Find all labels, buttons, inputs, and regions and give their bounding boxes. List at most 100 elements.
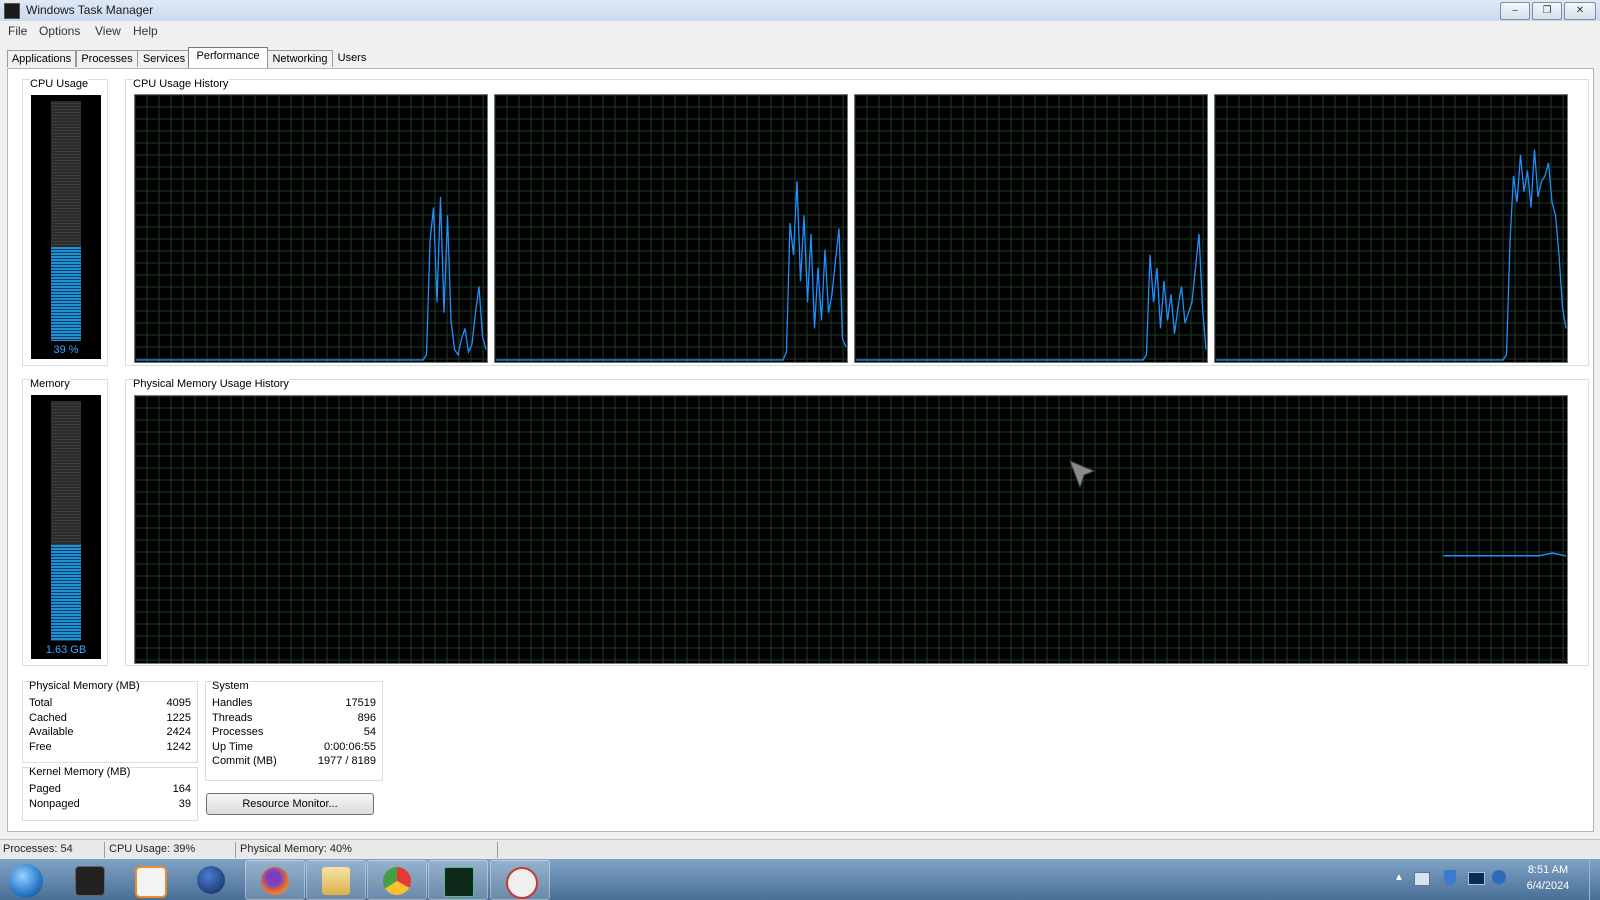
stat-value: 164 [172,783,191,795]
cpu-core-3-chart [855,95,1207,362]
shield-icon[interactable] [1444,870,1456,885]
minimize-button[interactable]: – [1500,2,1530,20]
system-label: System [212,680,249,692]
show-hidden-icons-icon[interactable]: ▲ [1394,872,1404,883]
cpu-core-1-chart [135,95,487,362]
memory-label: Memory [30,378,70,390]
menu-bar: File Options View Help [0,21,1600,41]
stat-value: 4095 [166,697,191,709]
stat-value: 896 [357,712,376,724]
resource-monitor-button[interactable]: Resource Monitor... [206,793,374,815]
cpu-core-2-graph [494,94,848,363]
stat-label: Handles [212,697,253,709]
stat-label: Processes [212,726,264,738]
terminal-icon [75,866,105,896]
cpu-core-3-graph [854,94,1208,363]
status-separator [235,842,236,858]
file-explorer-taskbar-item[interactable] [306,860,366,900]
start-button[interactable] [0,860,54,898]
firefox-icon [261,867,289,895]
stat-label: Commit (MB) [212,755,277,767]
cpu-history-line [1216,149,1567,361]
stat-label: Up Time [212,741,253,753]
clock-app-icon [506,867,538,899]
memory-meter: 1.63 GB [31,395,101,659]
task-manager-app-icon [4,3,20,19]
cpu-meter-fill [51,247,81,341]
menu-view[interactable]: View [95,24,121,38]
stat-available: Available 2424 [29,726,191,740]
memory-history-graph [134,395,1568,664]
tab-networking[interactable]: Networking [267,50,333,67]
firefox-taskbar-item[interactable] [245,860,305,900]
physical-memory-label: Physical Memory (MB) [29,680,140,692]
globe-taskbar-item[interactable] [182,860,240,898]
stat-nonpaged: Nonpaged 39 [29,798,191,812]
stat-commit: Commit (MB) 1977 / 8189 [212,755,376,769]
mouse-cursor-icon [1069,460,1096,489]
network-icon[interactable] [1492,870,1506,884]
cpu-core-2-chart [495,95,847,362]
stat-label: Available [29,726,74,738]
show-desktop-button[interactable] [1589,859,1600,900]
stat-cached: Cached 1225 [29,712,191,726]
windows-logo-icon [9,864,43,898]
stat-threads: Threads 896 [212,712,376,726]
cpu-usage-label: CPU Usage [30,78,89,90]
physical-memory-group: Physical Memory (MB) Total 4095 Cached 122… [22,680,198,763]
stat-processes: Processes 54 [212,726,376,740]
terminal-taskbar-item[interactable] [60,860,118,898]
status-memory: Physical Memory: 40% [240,843,352,855]
cpu-history-line [856,233,1207,361]
status-separator [497,842,498,858]
system-tray: ▲ 8:51 AM 6/4/2024 [1380,859,1600,900]
stat-value: 1977 / 8189 [317,755,376,767]
stat-label: Free [29,741,52,753]
task-manager-taskbar-item[interactable] [428,860,488,900]
cpu-usage-value: 39 % [53,344,79,356]
stat-label: Nonpaged [29,798,80,810]
stat-value: 0:00:06:55 [324,741,376,753]
menu-options[interactable]: Options [39,24,80,38]
memory-value: 1.63 GB [45,644,87,656]
stat-paged: Paged 164 [29,783,191,797]
maximize-button[interactable]: ❐ [1532,2,1562,20]
chrome-taskbar-item[interactable] [367,860,427,900]
task-manager-icon [444,867,474,897]
menu-help[interactable]: Help [133,24,158,38]
stat-total: Total 4095 [29,697,191,711]
clock-app-taskbar-item[interactable] [490,860,550,900]
tab-services[interactable]: Services [137,50,191,67]
tab-users[interactable]: Users [332,50,372,66]
drive-icon[interactable] [1414,872,1430,886]
kernel-memory-group: Kernel Memory (MB) Paged 164 Nonpaged 39 [22,766,198,821]
cpu-history-line [136,196,487,361]
menu-file[interactable]: File [8,24,27,38]
tab-performance[interactable]: Performance [188,47,268,68]
system-group: System Handles 17519 Threads 896 Processes… [205,680,383,781]
status-separator [104,842,105,858]
stat-value: 1242 [166,741,191,753]
cpu-core-4-graph [1214,94,1568,363]
stat-label: Threads [212,712,253,724]
close-button[interactable]: ✕ [1564,2,1596,20]
stat-value: 2424 [166,726,191,738]
clock-date[interactable]: 6/4/2024 [1516,880,1580,892]
chrome-icon [383,867,411,895]
status-cpu: CPU Usage: 39% [109,843,196,855]
status-bar: Processes: 54 CPU Usage: 39% Physical Me… [0,839,1600,860]
clock-time[interactable]: 8:51 AM [1516,864,1580,876]
stat-value: 1225 [166,712,191,724]
cpu-history-label: CPU Usage History [133,78,229,90]
file-explorer-icon [322,867,350,895]
globe-icon [197,866,225,894]
tab-applications[interactable]: Applications [7,50,76,67]
memory-history-chart [135,396,1567,663]
stat-value: 39 [178,798,191,810]
media-player-taskbar-item[interactable] [120,860,178,898]
cpu-usage-meter: 39 % [31,95,101,359]
monitor-icon[interactable] [1468,872,1485,885]
performance-panel: CPU Usage 39 % CPU Usage History Memory … [7,68,1594,832]
stat-handles: Handles 17519 [212,697,376,711]
tab-processes[interactable]: Processes [76,50,138,67]
